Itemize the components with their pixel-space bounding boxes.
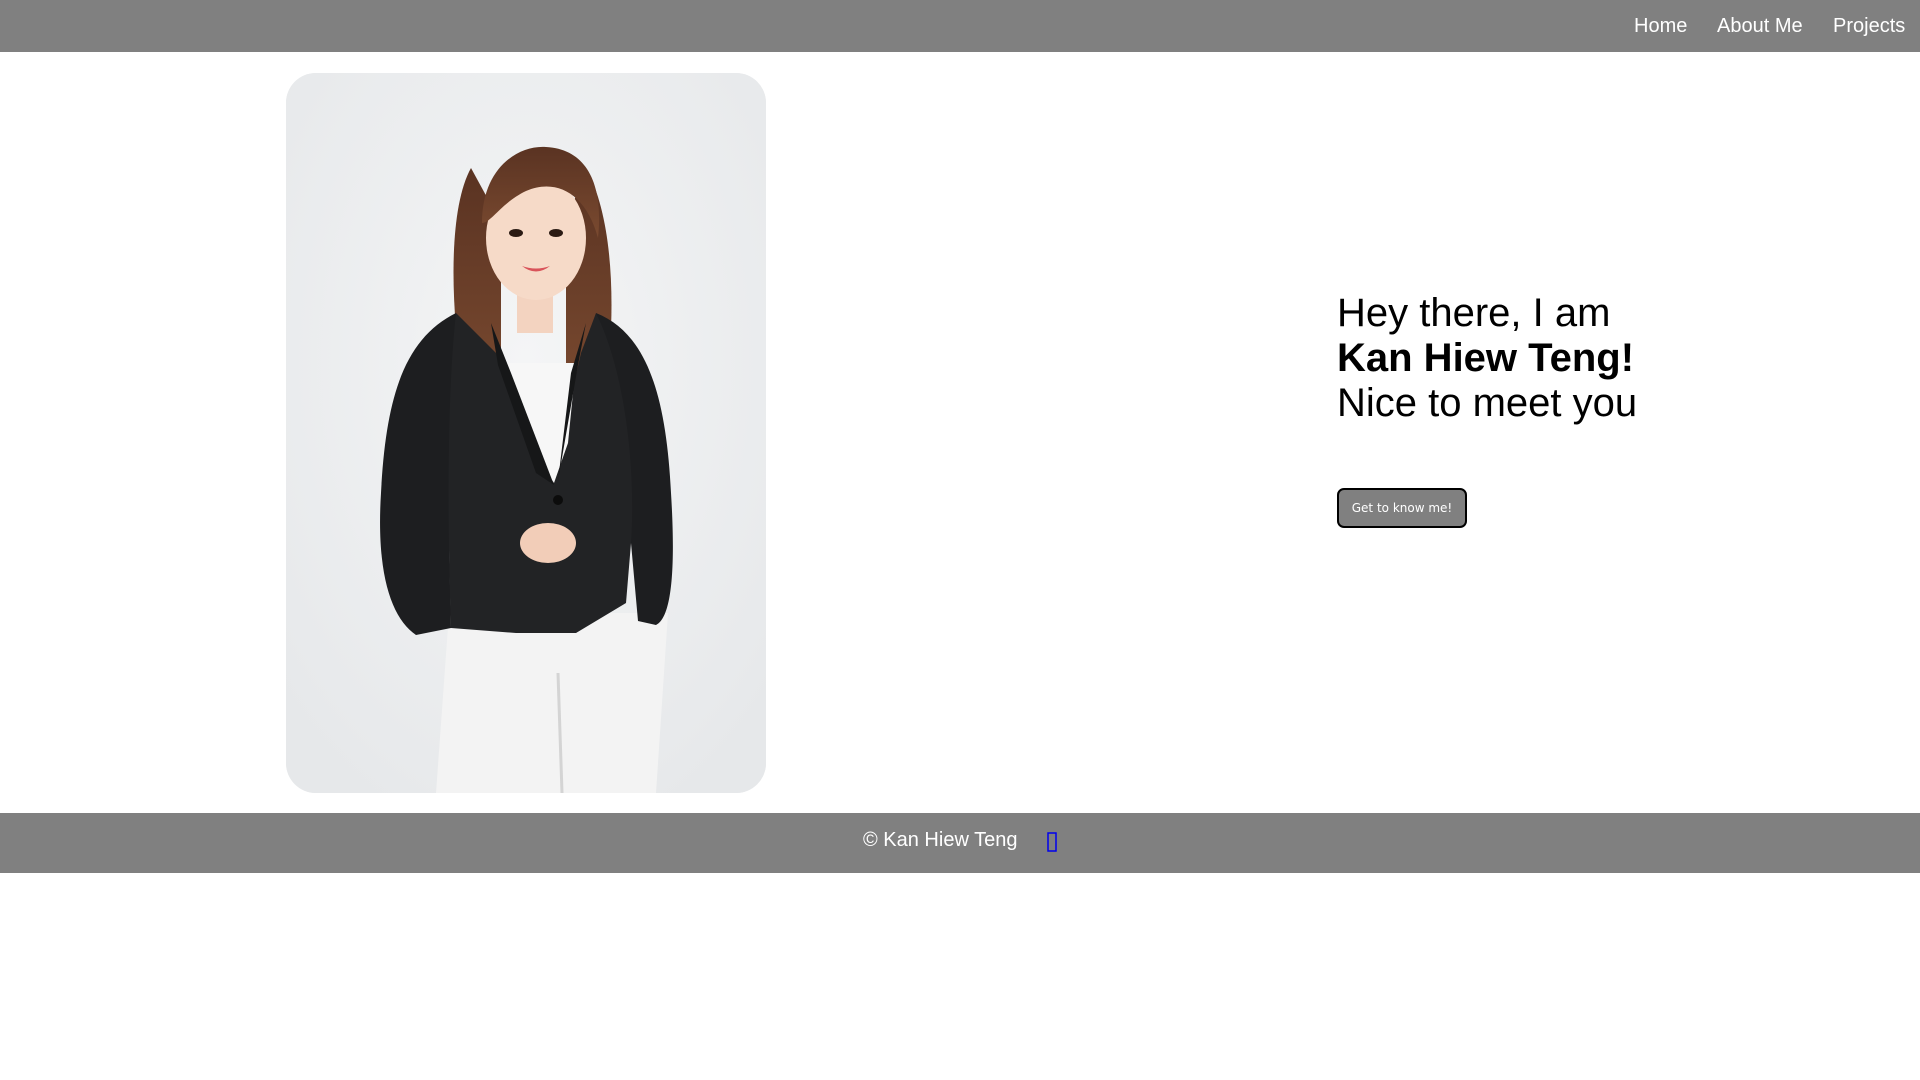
footer: © Kan Hiew Teng (0, 813, 1920, 873)
nav-link-about-me[interactable]: About Me (1717, 14, 1803, 38)
nav-link-home[interactable]: Home (1634, 14, 1687, 38)
footer-copyright: © Kan Hiew Teng (863, 829, 1018, 851)
missing-glyph-icon-shape (1047, 832, 1057, 852)
top-navigation-bar: Home About Me Projects (0, 0, 1920, 52)
hero-greeting: Hey there, I am (1337, 291, 1611, 335)
hero-tagline: Nice to meet you (1337, 381, 1638, 425)
hero-name: Kan Hiew Teng! (1337, 336, 1635, 380)
nav-link-projects[interactable]: Projects (1833, 14, 1905, 38)
missing-glyph-icon[interactable] (1047, 831, 1057, 853)
profile-photo (286, 73, 766, 793)
get-to-know-me-button[interactable]: Get to know me! (1337, 488, 1467, 528)
profile-photo-illustration (286, 73, 766, 793)
hero-heading: Hey there, I am Kan Hiew Teng! Nice to m… (1337, 291, 1637, 426)
